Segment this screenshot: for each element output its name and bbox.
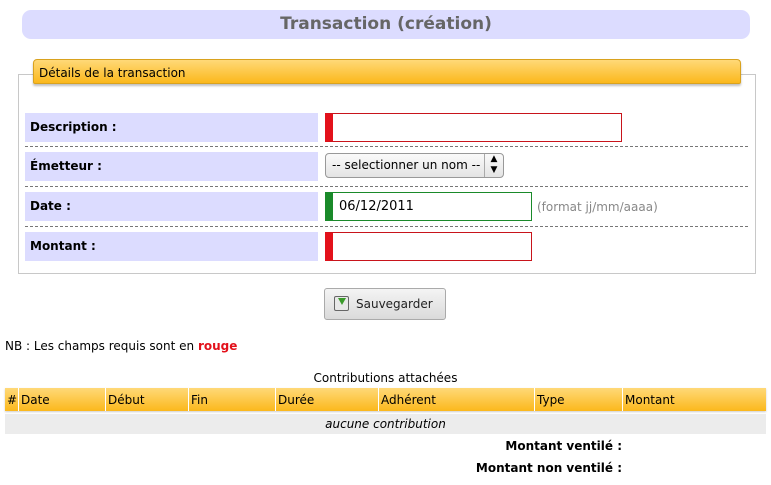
save-icon	[334, 296, 349, 311]
montant-input[interactable]	[325, 232, 532, 261]
montant-label: Montant :	[25, 232, 318, 261]
page-title: Transaction (création)	[22, 10, 750, 39]
emetteur-select[interactable]: -- selectionner un nom -- ▲ ▼	[325, 153, 504, 178]
description-input[interactable]	[325, 113, 622, 142]
column-header[interactable]: Durée	[275, 388, 378, 411]
column-header[interactable]: Date	[18, 388, 105, 411]
empty-table-row: aucune contribution	[5, 414, 766, 434]
required-fields-note: NB : Les champs requis sont en rouge	[5, 339, 237, 353]
column-header[interactable]: Début	[105, 388, 188, 411]
column-header[interactable]: Type	[534, 388, 622, 411]
column-header[interactable]: #	[5, 388, 18, 411]
description-label: Description :	[25, 113, 318, 142]
date-format-hint: (format jj/mm/aaaa)	[537, 200, 658, 214]
note-text: NB : Les champs requis sont en	[5, 339, 198, 353]
date-input[interactable]: 06/12/2011	[325, 192, 532, 221]
date-label: Date :	[25, 192, 318, 221]
montant-ventile-label: Montant ventilé :	[505, 439, 622, 453]
select-arrows-icon: ▲ ▼	[484, 154, 503, 177]
column-header[interactable]: Adhérent	[378, 388, 534, 411]
row-divider	[25, 226, 748, 227]
column-header[interactable]: Montant	[622, 388, 766, 411]
contributions-table-header: # Date Début Fin Durée Adhérent Type Mon…	[5, 388, 766, 411]
emetteur-select-value: -- selectionner un nom --	[332, 158, 481, 172]
note-highlight: rouge	[197, 339, 238, 353]
row-divider	[25, 146, 748, 147]
contributions-caption: Contributions attachées	[313, 371, 458, 385]
save-button[interactable]: Sauvegarder	[324, 288, 446, 320]
row-divider	[25, 186, 748, 187]
column-header[interactable]: Fin	[188, 388, 275, 411]
save-button-label: Sauvegarder	[356, 297, 433, 311]
section-legend: Détails de la transaction	[33, 59, 741, 84]
emetteur-label: Émetteur :	[25, 152, 318, 181]
montant-non-ventile-label: Montant non ventilé :	[475, 461, 622, 475]
